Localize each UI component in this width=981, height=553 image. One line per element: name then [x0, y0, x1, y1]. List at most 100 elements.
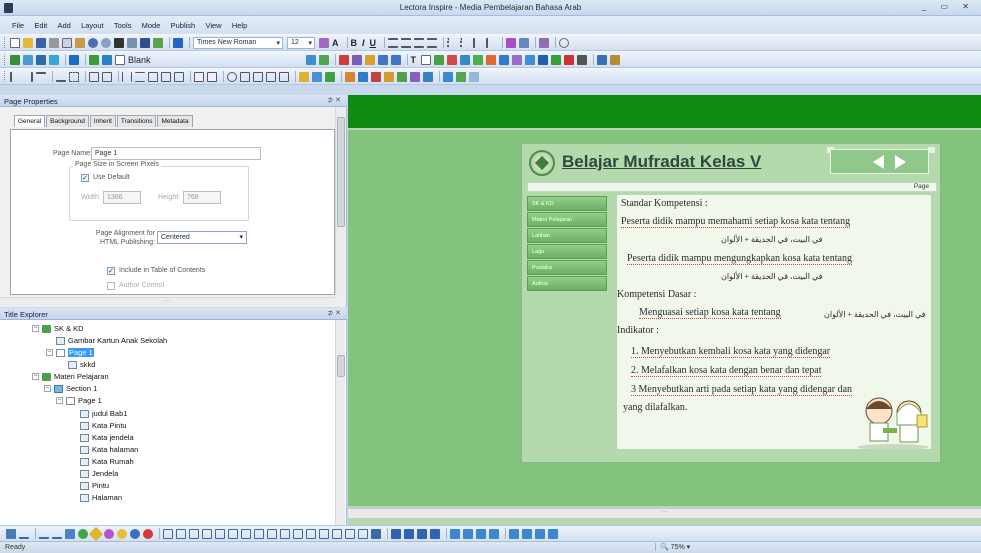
- tab-metadata[interactable]: Metadata: [157, 115, 193, 127]
- properties-horizontal-scrollbar[interactable]: ···: [0, 297, 335, 305]
- menu-edit[interactable]: Edit: [29, 16, 50, 30]
- text-color-icon[interactable]: [173, 37, 183, 48]
- tree-item[interactable]: judul Bab1: [80, 409, 127, 418]
- copy-icon[interactable]: [62, 37, 72, 48]
- tree-item[interactable]: − Page 1: [56, 396, 102, 405]
- open-icon[interactable]: [23, 37, 33, 48]
- font-name-select[interactable]: Times New Roman: [193, 36, 283, 49]
- toolbar-grip[interactable]: [4, 54, 7, 65]
- screen-icon[interactable]: [443, 71, 453, 82]
- tree-item[interactable]: Pintu: [80, 481, 109, 490]
- bold-icon[interactable]: B: [351, 38, 358, 48]
- tree-item[interactable]: Kata jendela: [80, 433, 134, 442]
- triangle-down-icon[interactable]: [404, 528, 414, 539]
- outdent-icon[interactable]: [486, 37, 496, 48]
- add-table-icon[interactable]: [460, 54, 471, 65]
- circle-icon[interactable]: [559, 37, 570, 48]
- add-page-icon[interactable]: [36, 54, 46, 65]
- tree-item[interactable]: − Page 1: [46, 348, 94, 357]
- preview-icon[interactable]: [153, 37, 163, 48]
- align-lefts-icon[interactable]: [10, 71, 20, 82]
- draw-line-icon[interactable]: [506, 37, 517, 48]
- arrow-shape-9-icon[interactable]: [267, 528, 277, 539]
- arrow-both-icon[interactable]: [52, 529, 62, 539]
- bullets-icon[interactable]: [447, 37, 457, 48]
- menu-help[interactable]: Help: [227, 16, 250, 30]
- pointer-icon[interactable]: [6, 528, 16, 539]
- menu-publish[interactable]: Publish: [166, 16, 199, 30]
- add-image-icon[interactable]: [305, 54, 316, 65]
- italic-icon[interactable]: I: [362, 38, 365, 48]
- arrow-shape-12-icon[interactable]: [306, 528, 316, 539]
- spell-check-icon[interactable]: [127, 37, 137, 48]
- media-icon[interactable]: [345, 71, 355, 82]
- globe-icon[interactable]: [312, 71, 322, 82]
- menu-button-materi[interactable]: Materi Pelajaran: [527, 212, 607, 227]
- settings-icon[interactable]: [469, 71, 479, 82]
- same-size-icon[interactable]: [89, 71, 99, 82]
- tab-general[interactable]: General: [14, 115, 46, 127]
- zoom-control[interactable]: 🔍 75% ▾: [655, 543, 690, 551]
- same-width-icon[interactable]: [102, 71, 112, 82]
- shape-c-icon[interactable]: [476, 528, 486, 539]
- add-group-icon[interactable]: [89, 54, 99, 65]
- include-toc-checkbox[interactable]: ✓: [107, 267, 115, 275]
- add-social-icon[interactable]: [525, 54, 536, 65]
- arrow-shape-10-icon[interactable]: [280, 528, 290, 539]
- tree-icon[interactable]: [325, 71, 335, 82]
- add-section-icon[interactable]: [23, 54, 33, 65]
- add-chapter-icon[interactable]: [10, 54, 20, 65]
- font-size-select[interactable]: 12: [287, 36, 315, 49]
- guides-icon[interactable]: [174, 71, 184, 82]
- checkbox-icon[interactable]: [240, 71, 250, 82]
- arrow-shape-13-icon[interactable]: [319, 528, 329, 539]
- add-audio-icon[interactable]: [318, 54, 329, 65]
- circle-shape-icon[interactable]: [104, 528, 114, 539]
- add-web-window-icon[interactable]: [499, 54, 510, 65]
- line-tool-icon[interactable]: [19, 529, 29, 539]
- diamond-icon[interactable]: [88, 526, 104, 541]
- align-rights-icon[interactable]: [23, 71, 33, 82]
- previous-arrow-icon[interactable]: [873, 155, 884, 169]
- add-variable-icon[interactable]: [597, 54, 608, 65]
- align-bottoms-icon[interactable]: [56, 72, 66, 82]
- add-question-icon[interactable]: [447, 54, 458, 65]
- arrow-shape-6-icon[interactable]: [228, 528, 238, 539]
- indent-icon[interactable]: [473, 37, 483, 48]
- shape-d-icon[interactable]: [489, 528, 499, 539]
- menu-file[interactable]: File: [0, 16, 27, 30]
- add-chart-icon[interactable]: [538, 54, 549, 65]
- tab-transitions[interactable]: Transitions: [116, 115, 157, 127]
- width-field[interactable]: 1366: [103, 191, 141, 204]
- arrow-shape-17-icon[interactable]: [371, 528, 381, 539]
- underline-icon[interactable]: U: [370, 38, 377, 48]
- author-control-checkbox[interactable]: [107, 282, 115, 290]
- height-field[interactable]: 768: [183, 191, 221, 204]
- tree-item[interactable]: Jendela: [80, 469, 118, 478]
- blue-ball-icon[interactable]: [130, 528, 140, 539]
- person-icon[interactable]: [384, 71, 394, 82]
- tree-item[interactable]: − Section 1: [44, 384, 97, 393]
- arrow-shape-3-icon[interactable]: [189, 528, 199, 539]
- add-frame-icon[interactable]: [69, 54, 79, 65]
- alignment-select[interactable]: Centered: [157, 231, 247, 244]
- menu-layout[interactable]: Layout: [76, 16, 107, 30]
- tree-item[interactable]: − Materi Pelajaran: [32, 372, 109, 381]
- camera-icon[interactable]: [358, 71, 368, 82]
- shape-h-icon[interactable]: [548, 528, 558, 539]
- tree-item[interactable]: skkd: [68, 360, 95, 369]
- triangle-up-icon[interactable]: [391, 528, 401, 539]
- shape-b-icon[interactable]: [463, 528, 473, 539]
- add-flash-icon[interactable]: [486, 54, 497, 65]
- save-icon[interactable]: [36, 37, 46, 48]
- snap-grid-icon[interactable]: [161, 71, 171, 82]
- menu-view[interactable]: View: [200, 16, 224, 30]
- add-button-icon[interactable]: [390, 54, 401, 65]
- bring-front-icon[interactable]: [194, 71, 204, 82]
- lock-icon[interactable]: [423, 71, 433, 82]
- tree-item[interactable]: Gambar Kartun Anak Sekolah: [56, 336, 167, 345]
- close-panel-icon[interactable]: ⊅ ✕: [327, 309, 341, 317]
- add-rss-icon[interactable]: [512, 54, 523, 65]
- use-default-checkbox[interactable]: ✓: [81, 174, 89, 182]
- radio-button-icon[interactable]: [227, 71, 237, 82]
